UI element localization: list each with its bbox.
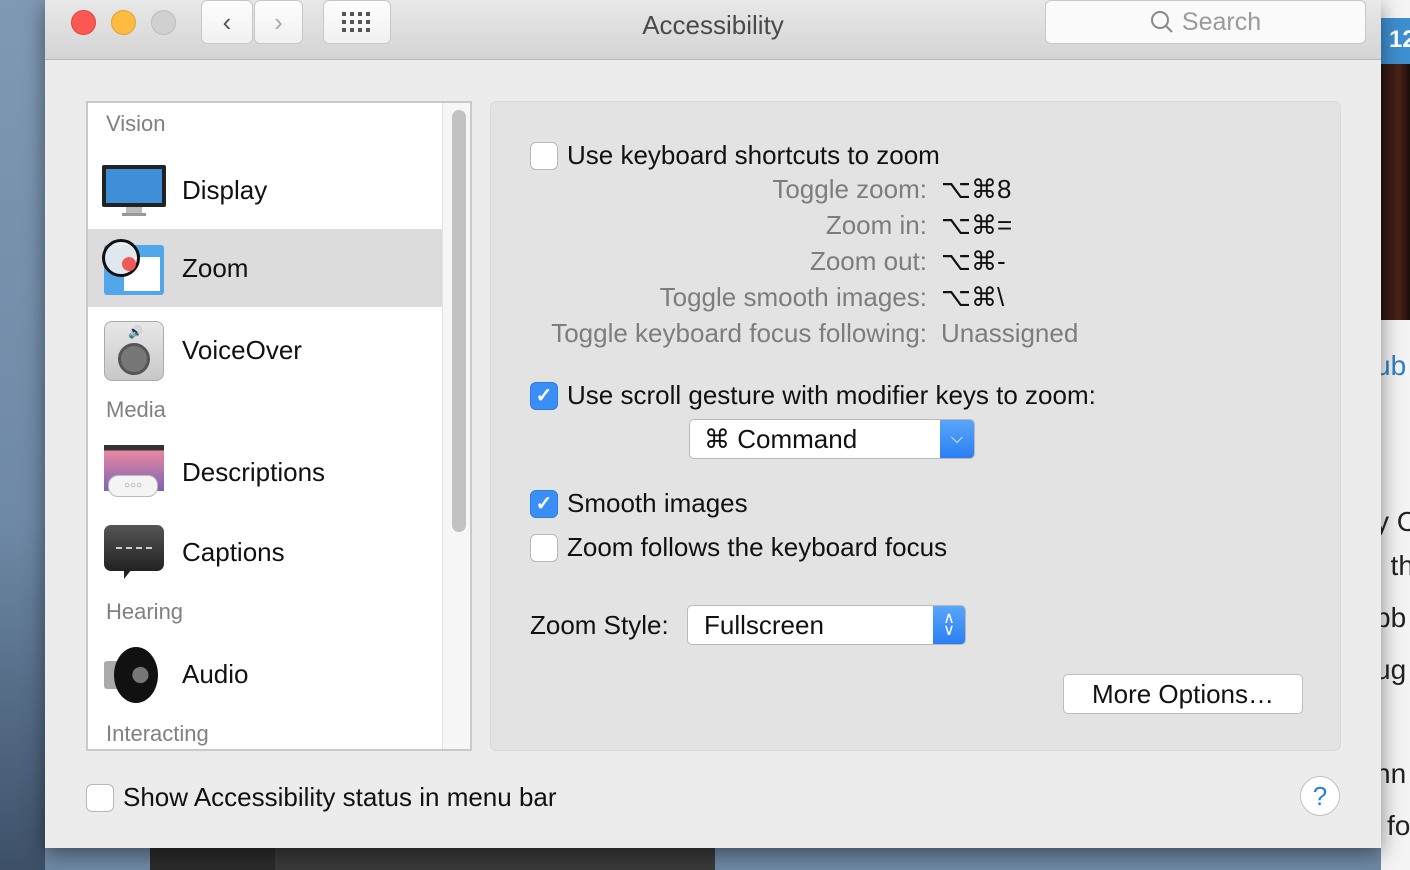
scroll-gesture-checkbox[interactable]: ✓ [530, 381, 558, 410]
background-text: y C [1381, 506, 1410, 537]
sidebar-scrollbar[interactable] [442, 103, 470, 749]
accessibility-window: ‹ › Accessibility Search Vision Display [45, 0, 1381, 848]
shortcut-row: Zoom in: ⌥⌘= [530, 210, 1012, 241]
background-text: , th [1381, 550, 1410, 581]
sidebar-item-descriptions[interactable]: ○○○ Descriptions [88, 433, 442, 511]
search-field[interactable]: Search [1045, 0, 1366, 44]
keyboard-shortcuts-checkbox[interactable] [530, 141, 558, 170]
shortcut-keys: Unassigned [941, 318, 1079, 348]
descriptions-icon: ○○○ [102, 443, 166, 501]
sidebar-item-label: Zoom [182, 252, 249, 283]
sidebar-item-display[interactable]: Display [88, 151, 442, 229]
section-header-interacting: Interacting [106, 721, 209, 746]
modifier-key-select[interactable]: ⌘ Command ⌵ [689, 419, 975, 459]
sidebar-item-zoom[interactable]: Zoom [88, 229, 442, 307]
follow-focus-option[interactable]: Zoom follows the keyboard focus [530, 532, 947, 563]
sidebar-item-label: Descriptions [182, 456, 326, 487]
sidebar-item-voiceover[interactable]: 🔊 VoiceOver [88, 311, 442, 389]
sidebar-item-label: Captions [182, 536, 285, 567]
shortcut-keys: ⌥⌘= [941, 210, 1013, 240]
shortcut-keys: ⌥⌘- [941, 246, 1006, 276]
sidebar-item-label: VoiceOver [182, 334, 302, 365]
sidebar-item-captions[interactable]: Captions [88, 513, 442, 591]
voiceover-icon: 🔊 [102, 321, 166, 381]
follow-focus-checkbox[interactable] [530, 533, 558, 562]
scroll-gesture-option[interactable]: ✓ Use scroll gesture with modifier keys … [530, 380, 1096, 411]
shortcut-row: Toggle smooth images: ⌥⌘\ [530, 282, 1005, 313]
shortcut-keys: ⌥⌘\ [941, 282, 1005, 312]
sidebar-item-label: Audio [182, 658, 249, 689]
zoom-style-label: Zoom Style: [530, 610, 669, 640]
background-text: fo [1387, 810, 1410, 841]
category-list: Vision Display Zoom 🔊 VoiceOver Media ○○… [86, 101, 472, 751]
shortcut-keys: ⌥⌘8 [941, 174, 1012, 204]
desktop-background [0, 0, 45, 870]
zoom-settings-panel: Use keyboard shortcuts to zoom Toggle zo… [490, 101, 1341, 751]
help-button[interactable]: ? [1300, 776, 1340, 816]
title-bar: ‹ › Accessibility Search [45, 0, 1381, 60]
search-placeholder: Search [1181, 7, 1262, 36]
zoom-style-select[interactable]: Fullscreen ∧ ∨ [687, 605, 966, 645]
background-tab: 12 [1381, 18, 1410, 64]
smooth-images-checkbox[interactable]: ✓ [530, 489, 558, 518]
shortcut-label: Zoom in: [825, 210, 927, 240]
shortcut-label: Toggle smooth images: [659, 282, 927, 312]
background-window-strip [275, 848, 715, 870]
background-text: bb [1381, 602, 1407, 633]
background-photo [1381, 64, 1410, 320]
captions-icon [102, 523, 166, 581]
shortcut-row: Toggle zoom: ⌥⌘8 [530, 174, 1011, 205]
background-text: nn [1381, 758, 1407, 789]
section-header-media: Media [106, 397, 166, 422]
shortcut-label: Toggle zoom: [772, 174, 927, 204]
background-text: ub [1381, 350, 1407, 381]
smooth-images-option[interactable]: ✓ Smooth images [530, 488, 748, 519]
shortcut-label: Toggle keyboard focus following: [551, 318, 927, 348]
scroll-gesture-label: Use scroll gesture with modifier keys to… [567, 380, 1096, 410]
status-menu-option[interactable]: Show Accessibility status in menu bar [86, 782, 557, 813]
up-down-chevron-icon: ∧ ∨ [933, 606, 965, 644]
shortcut-row: Zoom out: ⌥⌘- [530, 246, 1006, 277]
zoom-style-value: Fullscreen [704, 609, 824, 640]
zoom-icon [102, 239, 166, 297]
section-header-vision: Vision [106, 111, 166, 136]
audio-icon [102, 645, 166, 703]
shortcut-label: Zoom out: [809, 246, 927, 276]
display-icon [102, 161, 166, 219]
status-menu-label: Show Accessibility status in menu bar [123, 782, 557, 812]
search-icon [1150, 11, 1173, 33]
sidebar-item-label: Display [182, 174, 268, 205]
section-header-hearing: Hearing [106, 599, 184, 624]
scrollbar-thumb[interactable] [452, 110, 466, 532]
background-browser-window: 12 ub y C , th bb ug nn fo [1381, 0, 1410, 870]
background-text: ug [1381, 654, 1407, 685]
more-options-button[interactable]: More Options… [1063, 674, 1303, 714]
keyboard-shortcuts-option[interactable]: Use keyboard shortcuts to zoom [530, 140, 940, 171]
shortcut-row: Toggle keyboard focus following: Unassign… [530, 318, 1078, 349]
keyboard-shortcuts-label: Use keyboard shortcuts to zoom [567, 140, 940, 170]
smooth-images-label: Smooth images [567, 488, 748, 518]
chevron-down-icon: ⌵ [940, 420, 974, 458]
follow-focus-label: Zoom follows the keyboard focus [567, 532, 948, 562]
modifier-key-value: ⌘ Command [704, 423, 858, 454]
sidebar-item-audio[interactable]: Audio [88, 635, 442, 713]
status-menu-checkbox[interactable] [86, 783, 114, 812]
